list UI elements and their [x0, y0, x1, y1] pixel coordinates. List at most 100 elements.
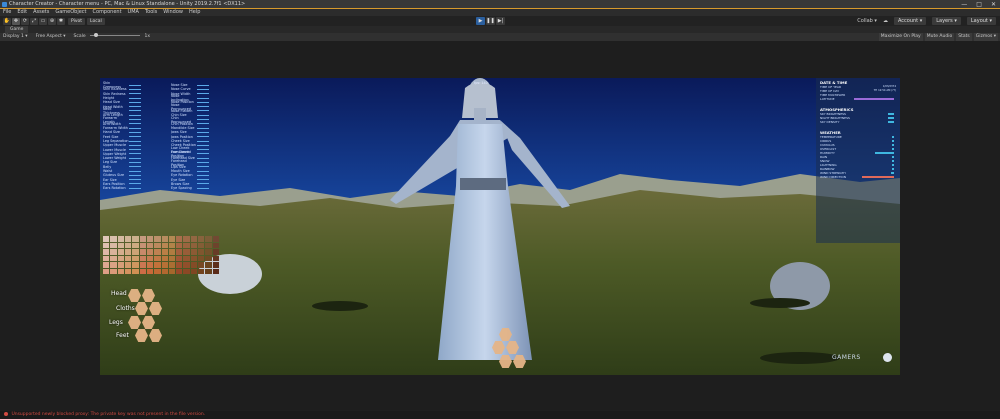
skin-swatch[interactable]	[139, 242, 146, 248]
sky-density-slider[interactable]: SKY DENSITY	[816, 120, 900, 124]
skin-swatch[interactable]	[117, 255, 124, 261]
skin-swatch[interactable]	[110, 236, 117, 242]
body-slider-track[interactable]	[129, 88, 141, 90]
skin-swatch[interactable]	[132, 242, 139, 248]
skin-swatch[interactable]	[198, 268, 205, 274]
body-slider-track[interactable]	[129, 149, 141, 151]
face-slider[interactable]: Eye Spacing	[171, 186, 209, 190]
gizmos-dropdown[interactable]: Gizmos ▾	[973, 33, 998, 41]
face-slider-track[interactable]	[197, 106, 209, 108]
skin-swatch[interactable]	[198, 236, 205, 242]
skin-swatch[interactable]	[198, 255, 205, 261]
body-slider-track[interactable]	[129, 136, 141, 138]
skin-swatch[interactable]	[198, 262, 205, 268]
custom-tool-icon[interactable]: ✱	[57, 17, 65, 25]
face-slider-track[interactable]	[197, 157, 209, 159]
skin-swatch[interactable]	[212, 255, 219, 261]
stats-toggle[interactable]: Stats	[956, 33, 972, 41]
skin-swatch[interactable]	[139, 255, 146, 261]
local-toggle[interactable]: Local	[87, 17, 105, 25]
face-slider-track[interactable]	[197, 131, 209, 133]
body-slider-track[interactable]	[129, 127, 141, 129]
skin-swatch[interactable]	[168, 242, 176, 248]
skin-swatch[interactable]	[154, 242, 161, 248]
skin-swatch[interactable]	[205, 255, 212, 261]
menu-assets[interactable]: Assets	[33, 9, 49, 16]
collab-dropdown[interactable]: Collab ▾	[857, 18, 877, 24]
skin-swatch[interactable]	[168, 249, 176, 255]
maximize-button[interactable]: □	[976, 0, 982, 9]
face-slider-track[interactable]	[197, 127, 209, 129]
skin-swatch[interactable]	[168, 255, 176, 261]
body-slider-track[interactable]	[129, 123, 141, 125]
face-slider-track[interactable]	[197, 114, 209, 116]
skin-swatch[interactable]	[212, 249, 219, 255]
skin-swatch[interactable]	[139, 249, 146, 255]
body-slider-track[interactable]	[129, 183, 141, 185]
skin-swatch[interactable]	[146, 249, 154, 255]
body-slider-track[interactable]	[129, 84, 141, 86]
skin-swatch[interactable]	[161, 255, 168, 261]
skin-swatch[interactable]	[161, 262, 168, 268]
mute-audio-toggle[interactable]: Mute Audio	[924, 33, 955, 41]
skin-swatch[interactable]	[103, 262, 110, 268]
skin-swatch[interactable]	[168, 262, 176, 268]
skin-swatch[interactable]	[176, 268, 183, 274]
body-slider-track[interactable]	[129, 157, 141, 159]
skin-swatch[interactable]	[124, 242, 132, 248]
skin-swatch[interactable]	[146, 242, 154, 248]
body-slider-track[interactable]	[129, 101, 141, 103]
body-slider-track[interactable]	[129, 174, 141, 176]
menu-help[interactable]: Help	[189, 9, 200, 16]
skin-swatch[interactable]	[124, 255, 132, 261]
skin-swatch[interactable]	[183, 236, 190, 242]
skin-swatch[interactable]	[117, 268, 124, 274]
skin-swatch[interactable]	[117, 262, 124, 268]
skin-swatch[interactable]	[110, 249, 117, 255]
scale-tool-icon[interactable]: ⤢	[30, 17, 38, 25]
skin-swatch[interactable]	[212, 268, 219, 274]
skin-swatch[interactable]	[117, 236, 124, 242]
face-slider-track[interactable]	[197, 110, 209, 112]
face-slider-track[interactable]	[197, 123, 209, 125]
skin-swatch[interactable]	[190, 242, 198, 248]
skin-swatch[interactable]	[124, 268, 132, 274]
skin-swatch[interactable]	[103, 255, 110, 261]
step-button[interactable]: ▶|	[496, 17, 505, 25]
skin-swatch[interactable]	[212, 262, 219, 268]
rect-tool-icon[interactable]: ▭	[39, 17, 47, 25]
scale-slider-knob[interactable]	[94, 33, 99, 37]
skin-swatch[interactable]	[190, 262, 198, 268]
skin-swatch[interactable]	[205, 236, 212, 242]
layout-dropdown[interactable]: Layout ▾	[966, 17, 996, 25]
skin-swatch[interactable]	[103, 236, 110, 242]
skin-swatch[interactable]	[103, 268, 110, 274]
pivot-toggle[interactable]: Pivot	[68, 17, 86, 25]
skin-swatch[interactable]	[205, 268, 212, 274]
skin-swatch[interactable]	[110, 255, 117, 261]
skin-swatch[interactable]	[176, 242, 183, 248]
body-slider-track[interactable]	[129, 110, 141, 112]
skin-swatch[interactable]	[154, 236, 161, 242]
skin-swatch[interactable]	[176, 255, 183, 261]
body-slider-track[interactable]	[129, 187, 141, 189]
skin-swatch[interactable]	[161, 236, 168, 242]
skin-swatch[interactable]	[198, 242, 205, 248]
face-slider-track[interactable]	[197, 101, 209, 103]
face-slider-track[interactable]	[197, 84, 209, 86]
face-slider-track[interactable]	[197, 93, 209, 95]
close-button[interactable]: ✕	[991, 0, 996, 9]
skin-swatch[interactable]	[146, 236, 154, 242]
skin-swatch[interactable]	[124, 236, 132, 242]
face-slider-track[interactable]	[197, 170, 209, 172]
skin-swatch[interactable]	[146, 268, 154, 274]
body-slider-track[interactable]	[129, 166, 141, 168]
body-slider[interactable]: Ears Rotation	[103, 186, 141, 190]
face-slider-track[interactable]	[197, 88, 209, 90]
hand-tool-icon[interactable]: ✋	[3, 17, 11, 25]
skin-swatch[interactable]	[110, 268, 117, 274]
move-tool-icon[interactable]: ✥	[12, 17, 20, 25]
console-status-bar[interactable]: Unsupported newly blocked proxy: The pri…	[0, 411, 1000, 419]
skin-swatch[interactable]	[139, 268, 146, 274]
skin-swatch[interactable]	[161, 249, 168, 255]
